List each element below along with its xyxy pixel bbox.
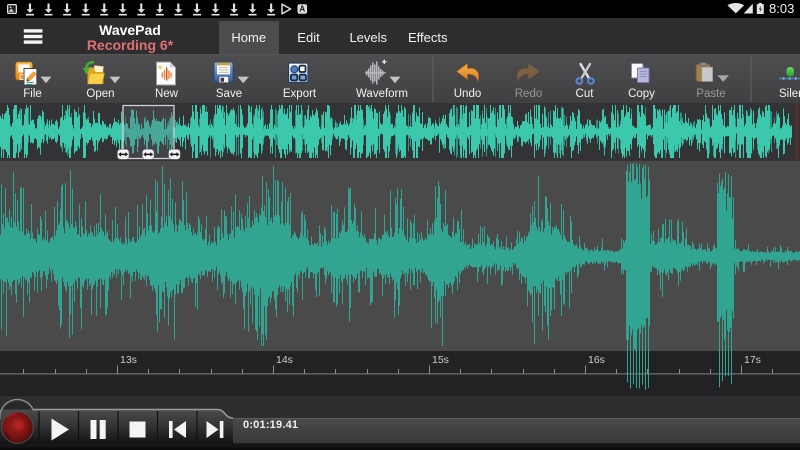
svg-text:A: A [299, 5, 305, 14]
